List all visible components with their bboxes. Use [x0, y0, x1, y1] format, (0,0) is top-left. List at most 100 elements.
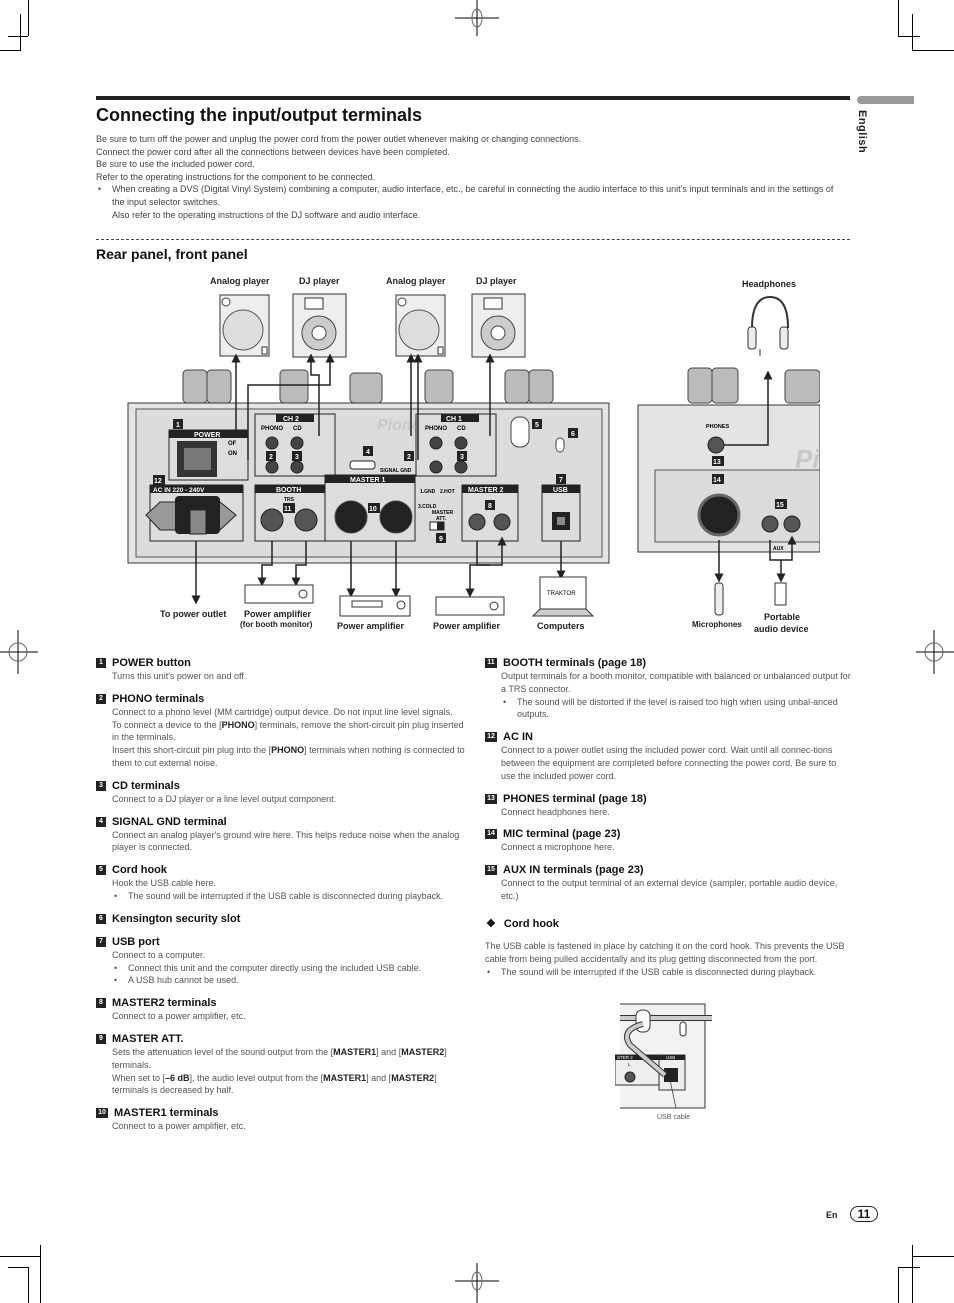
- entry-title: Cord hook: [112, 864, 167, 877]
- entry-usb-port: 7 USB port Connect to a computer. Connect…: [96, 935, 466, 987]
- crop-mark: [912, 1256, 954, 1257]
- svg-text:USB: USB: [553, 487, 568, 494]
- crop-mark: [40, 1245, 41, 1303]
- svg-text:SIGNAL GND: SIGNAL GND: [380, 468, 412, 474]
- registration-mark-top: [455, 0, 499, 36]
- entry-master1-terminals: 10 MASTER1 terminals Connect to a power a…: [96, 1106, 466, 1133]
- entry-body: Connect to a phono level (MM cartridge) …: [112, 706, 465, 768]
- section-divider: [96, 239, 850, 240]
- callout-number: 15: [485, 865, 497, 876]
- entry-title: MIC terminal (page 23): [503, 828, 621, 841]
- page-number: 11: [850, 1206, 878, 1222]
- laptop-icon: TRAKTOR: [531, 576, 595, 617]
- entries-left: 1 POWER button Turns this unit's power on…: [96, 656, 466, 1142]
- callout-number: 4: [96, 816, 106, 827]
- footer-language: En: [826, 1210, 838, 1220]
- entry-kensington-slot: 6 Kensington security slot: [96, 912, 466, 926]
- entry-bullet: A USB hub cannot be used.: [112, 974, 466, 987]
- callout-number: 3: [96, 780, 106, 791]
- entry-body: Output terminals for a booth monitor, co…: [501, 671, 851, 694]
- entry-power-button: 1 POWER button Turns this unit's power on…: [96, 656, 466, 683]
- entry-bullet: The sound will be interrupted if the USB…: [112, 890, 466, 903]
- entry-body: Connect to a computer.: [112, 949, 206, 960]
- svg-text:9: 9: [439, 536, 443, 543]
- crop-mark: [0, 50, 20, 51]
- entry-bullet: The sound will be distorted if the level…: [501, 696, 851, 722]
- callout-number: 13: [485, 793, 497, 804]
- svg-text:4: 4: [366, 449, 370, 456]
- entry-body: Connect to the output terminal of an ext…: [501, 878, 838, 901]
- svg-text:MASTER 2: MASTER 2: [468, 487, 504, 494]
- analog-player-icon: [219, 294, 270, 357]
- entry-bullet: Connect this unit and the computer direc…: [112, 962, 466, 975]
- callout-number: 8: [96, 998, 106, 1009]
- diamond-bullet-icon: ❖: [486, 918, 496, 930]
- portable-audio-icon: [774, 582, 787, 606]
- intro-text: Be sure to turn off the power and unplug…: [96, 133, 846, 221]
- label-computers: Computers: [537, 621, 585, 631]
- entry-title: POWER button: [112, 657, 191, 669]
- svg-text:15: 15: [776, 502, 784, 509]
- label-dj-player-ch1: DJ player: [476, 276, 517, 286]
- cord-hook-title: Cord hook: [503, 917, 559, 930]
- entry-title: MASTER ATT.: [112, 1032, 184, 1045]
- intro-line: Be sure to turn off the power and unplug…: [96, 134, 582, 144]
- svg-text:OF: OF: [228, 441, 237, 447]
- svg-text:PHONES: PHONES: [706, 424, 730, 430]
- crop-mark: [20, 14, 21, 51]
- crop-mark: [898, 1267, 920, 1268]
- entry-title: AUX IN terminals (page 23): [503, 864, 644, 877]
- entry-mic-terminal: 14 MIC terminal (page 23) Connect a micro…: [485, 827, 851, 854]
- registration-mark-bottom: [455, 1263, 499, 1303]
- entry-body: Hook the USB cable here.: [112, 878, 217, 889]
- svg-text:ATT.: ATT.: [436, 516, 447, 522]
- svg-text:10: 10: [369, 506, 377, 513]
- svg-text:CH 1: CH 1: [446, 416, 462, 423]
- front-panel-diagram: PHONES AUX Pioneer 13 14 15: [637, 295, 820, 616]
- svg-text:ON: ON: [228, 451, 237, 457]
- page-title: Connecting the input/output terminals: [96, 105, 422, 125]
- crop-mark: [912, 50, 954, 51]
- entry-title: SIGNAL GND terminal: [112, 815, 227, 828]
- intro-bullet-followup: Also refer to the operating instructions…: [112, 209, 421, 220]
- booth-amplifier-icon: [244, 584, 314, 604]
- entry-title: MASTER1 terminals: [114, 1107, 219, 1120]
- svg-text:CD: CD: [457, 426, 466, 432]
- cord-hook-figure: STER 2 L USB USB cable: [615, 1003, 712, 1121]
- svg-text:TRAKTOR: TRAKTOR: [547, 591, 576, 597]
- headphones-icon: [747, 295, 789, 356]
- svg-text:2: 2: [269, 454, 273, 461]
- rear-panel-diagram: Pioneer POWER OF ON CH 2 PHONO CD CH 1 P…: [127, 293, 610, 617]
- entry-aux-in: 15 AUX IN terminals (page 23) Connect to …: [485, 863, 851, 903]
- svg-text:7: 7: [559, 477, 563, 484]
- cord-hook-text: The USB cable is fastened in place by ca…: [485, 941, 845, 964]
- entry-signal-gnd: 4 SIGNAL GND terminal Connect an analog p…: [96, 815, 466, 855]
- svg-text:POWER: POWER: [194, 432, 220, 439]
- analog-player-icon: [395, 294, 446, 357]
- crop-mark: [28, 1267, 29, 1303]
- callout-number: 2: [96, 693, 106, 704]
- svg-text:AUX: AUX: [773, 546, 784, 552]
- label-master2-amp: Power amplifier: [433, 621, 501, 631]
- entry-title: CD terminals: [112, 779, 180, 792]
- dj-player-icon: [471, 293, 526, 358]
- callout-number: 7: [96, 936, 106, 947]
- crop-mark: [0, 1256, 40, 1257]
- cord-hook-body: The USB cable is fastened in place by ca…: [485, 940, 851, 978]
- crop-mark: [8, 36, 28, 37]
- entry-body: Connect headphones here.: [501, 806, 610, 817]
- svg-text:2: 2: [407, 454, 411, 461]
- svg-text:PHONO: PHONO: [261, 426, 283, 432]
- entry-title: Kensington security slot: [112, 912, 241, 925]
- registration-mark-right: [916, 630, 954, 674]
- svg-text:STER 2: STER 2: [617, 1055, 633, 1060]
- label-booth-amp-note: (for booth monitor): [240, 620, 313, 629]
- intro-line: Be sure to use the included power cord.: [96, 159, 255, 170]
- usb-cable-caption: USB cable: [657, 1114, 690, 1121]
- callout-number: 12: [485, 732, 497, 743]
- callout-number: 1: [96, 658, 106, 668]
- crop-mark: [28, 0, 29, 36]
- crop-mark: [912, 14, 913, 51]
- entry-master2-terminals: 8 MASTER2 terminals Connect to a power am…: [96, 996, 466, 1023]
- svg-text:11: 11: [284, 506, 292, 513]
